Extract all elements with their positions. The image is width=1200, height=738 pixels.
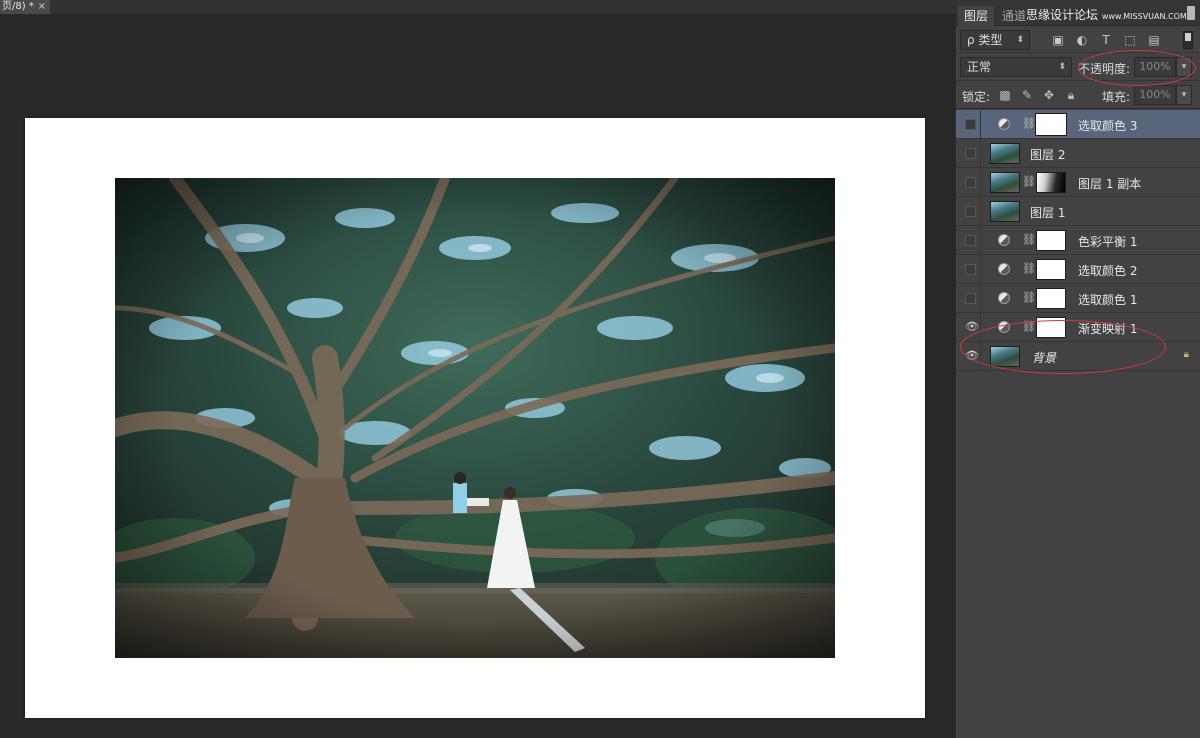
select-arrows-icon: ⬍ [1058,62,1066,72]
panel-menu-icon[interactable] [1187,6,1195,20]
adjustment-filter-icon[interactable]: ◐ [1074,32,1090,48]
visibility-toggle[interactable] [959,255,981,284]
layer-row[interactable]: ⛓ 色彩平衡 1 [956,226,1200,255]
annotation-ellipse-opacity [1078,50,1196,86]
visibility-toggle[interactable] [959,139,981,168]
blend-mode-select[interactable]: 正常 ⬍ [960,57,1072,77]
filter-toggle[interactable] [1183,31,1193,49]
photo-tree-couple [115,178,835,658]
close-tab-icon[interactable]: × [38,0,46,14]
image-filter-icon[interactable]: ▣ [1050,32,1066,48]
lock-row: 锁定: ▩ ✎ ✥ 🔒︎ 填充: 100% ▾ [956,82,1200,109]
visibility-off-icon [965,119,976,130]
fill-field[interactable]: 100% [1134,85,1176,105]
fill-dropdown-icon[interactable]: ▾ [1176,85,1192,105]
layer-row[interactable]: ⛓ 选取颜色 2 [956,255,1200,284]
document-tab[interactable]: 页/8) * × [0,0,50,14]
link-chain-icon[interactable]: ⛓ [1022,291,1036,304]
layer-name[interactable]: 选取颜色 2 [1078,262,1137,279]
layer-row[interactable]: ⛓ 选取颜色 3 [956,110,1200,139]
lock-icon: 🔒︎ [1183,349,1189,360]
layer-name[interactable]: 选取颜色 3 [1078,117,1137,134]
layer-mask-thumbnail[interactable] [1036,230,1066,251]
adjustment-layer-icon [998,263,1010,275]
watermark: 思缘设计论坛 www.MISSVUAN.COM [1026,6,1187,23]
link-chain-icon[interactable]: ⛓ [1022,233,1036,246]
layer-row[interactable]: ⛓ 图层 1 副本 [956,168,1200,197]
type-filter-icon[interactable]: T [1098,32,1114,48]
lock-brush-icon[interactable]: ✎ [1020,88,1034,102]
layer-mask-thumbnail[interactable] [1036,259,1066,280]
link-chain-icon[interactable]: ⛓ [1022,117,1036,130]
panel-tab-bar: 图层 通道 思缘设计论坛 www.MISSVUAN.COM [956,0,1200,26]
smart-object-filter-icon[interactable]: ▤ [1146,32,1162,48]
tab-layers[interactable]: 图层 [958,6,995,26]
layer-mask-thumbnail[interactable] [1036,288,1066,309]
layer-thumbnail[interactable] [990,143,1020,164]
layer-filter-row: ρ 类型 ⬍ ▣ ◐ T ⬚ ▤ [956,27,1200,53]
link-chain-icon[interactable]: ⛓ [1022,262,1036,275]
lock-all-icon[interactable]: 🔒︎ [1064,88,1078,102]
visibility-toggle[interactable] [959,168,981,197]
layer-row[interactable]: 图层 2 [956,139,1200,168]
document-tab-bar: 页/8) * × [0,0,955,14]
select-arrows-icon: ⬍ [1016,35,1024,45]
visibility-toggle[interactable] [959,226,981,255]
lock-move-icon[interactable]: ✥ [1042,88,1056,102]
layer-name[interactable]: 图层 2 [1030,146,1065,163]
visibility-toggle[interactable] [959,110,981,139]
adjustment-layer-icon [998,118,1010,130]
lock-transparent-icon[interactable]: ▩ [998,88,1012,102]
fill-label: 填充: [1102,90,1131,104]
canvas-area[interactable] [0,14,955,738]
visibility-toggle[interactable] [959,197,981,226]
layer-name[interactable]: 图层 1 副本 [1078,175,1141,192]
visibility-off-icon [965,177,976,188]
visibility-off-icon [965,264,976,275]
lock-label: 锁定: [962,90,991,104]
link-chain-icon[interactable]: ⛓ [1022,175,1036,188]
filter-kind-label: ρ 类型 [967,33,1003,47]
layer-name[interactable]: 选取颜色 1 [1078,291,1137,308]
layer-row[interactable]: ⛓ 选取颜色 1 [956,284,1200,313]
layer-thumbnail[interactable] [990,201,1020,222]
document-canvas[interactable] [25,118,925,718]
photo-illustration [115,178,835,658]
watermark-url: www.MISSVUAN.COM [1101,12,1187,21]
watermark-main: 思缘设计论坛 [1026,8,1099,22]
visibility-off-icon [965,235,976,246]
shape-filter-icon[interactable]: ⬚ [1122,32,1138,48]
layer-thumbnail[interactable] [990,172,1020,193]
layer-row[interactable]: 图层 1 [956,197,1200,226]
adjustment-layer-icon [998,234,1010,246]
filter-kind-select[interactable]: ρ 类型 ⬍ [960,30,1030,50]
layer-name[interactable]: 图层 1 [1030,204,1065,221]
visibility-off-icon [965,293,976,304]
visibility-toggle[interactable] [959,284,981,313]
visibility-off-icon [965,148,976,159]
visibility-off-icon [965,206,976,217]
layer-mask-thumbnail[interactable] [1036,172,1066,193]
blend-mode-value: 正常 [967,60,992,74]
layer-mask-thumbnail[interactable] [1035,113,1067,136]
document-tab-title: 页/8) * [2,1,34,12]
layer-name[interactable]: 色彩平衡 1 [1078,233,1137,250]
annotation-ellipse-layers [960,320,1166,374]
adjustment-layer-icon [998,292,1010,304]
